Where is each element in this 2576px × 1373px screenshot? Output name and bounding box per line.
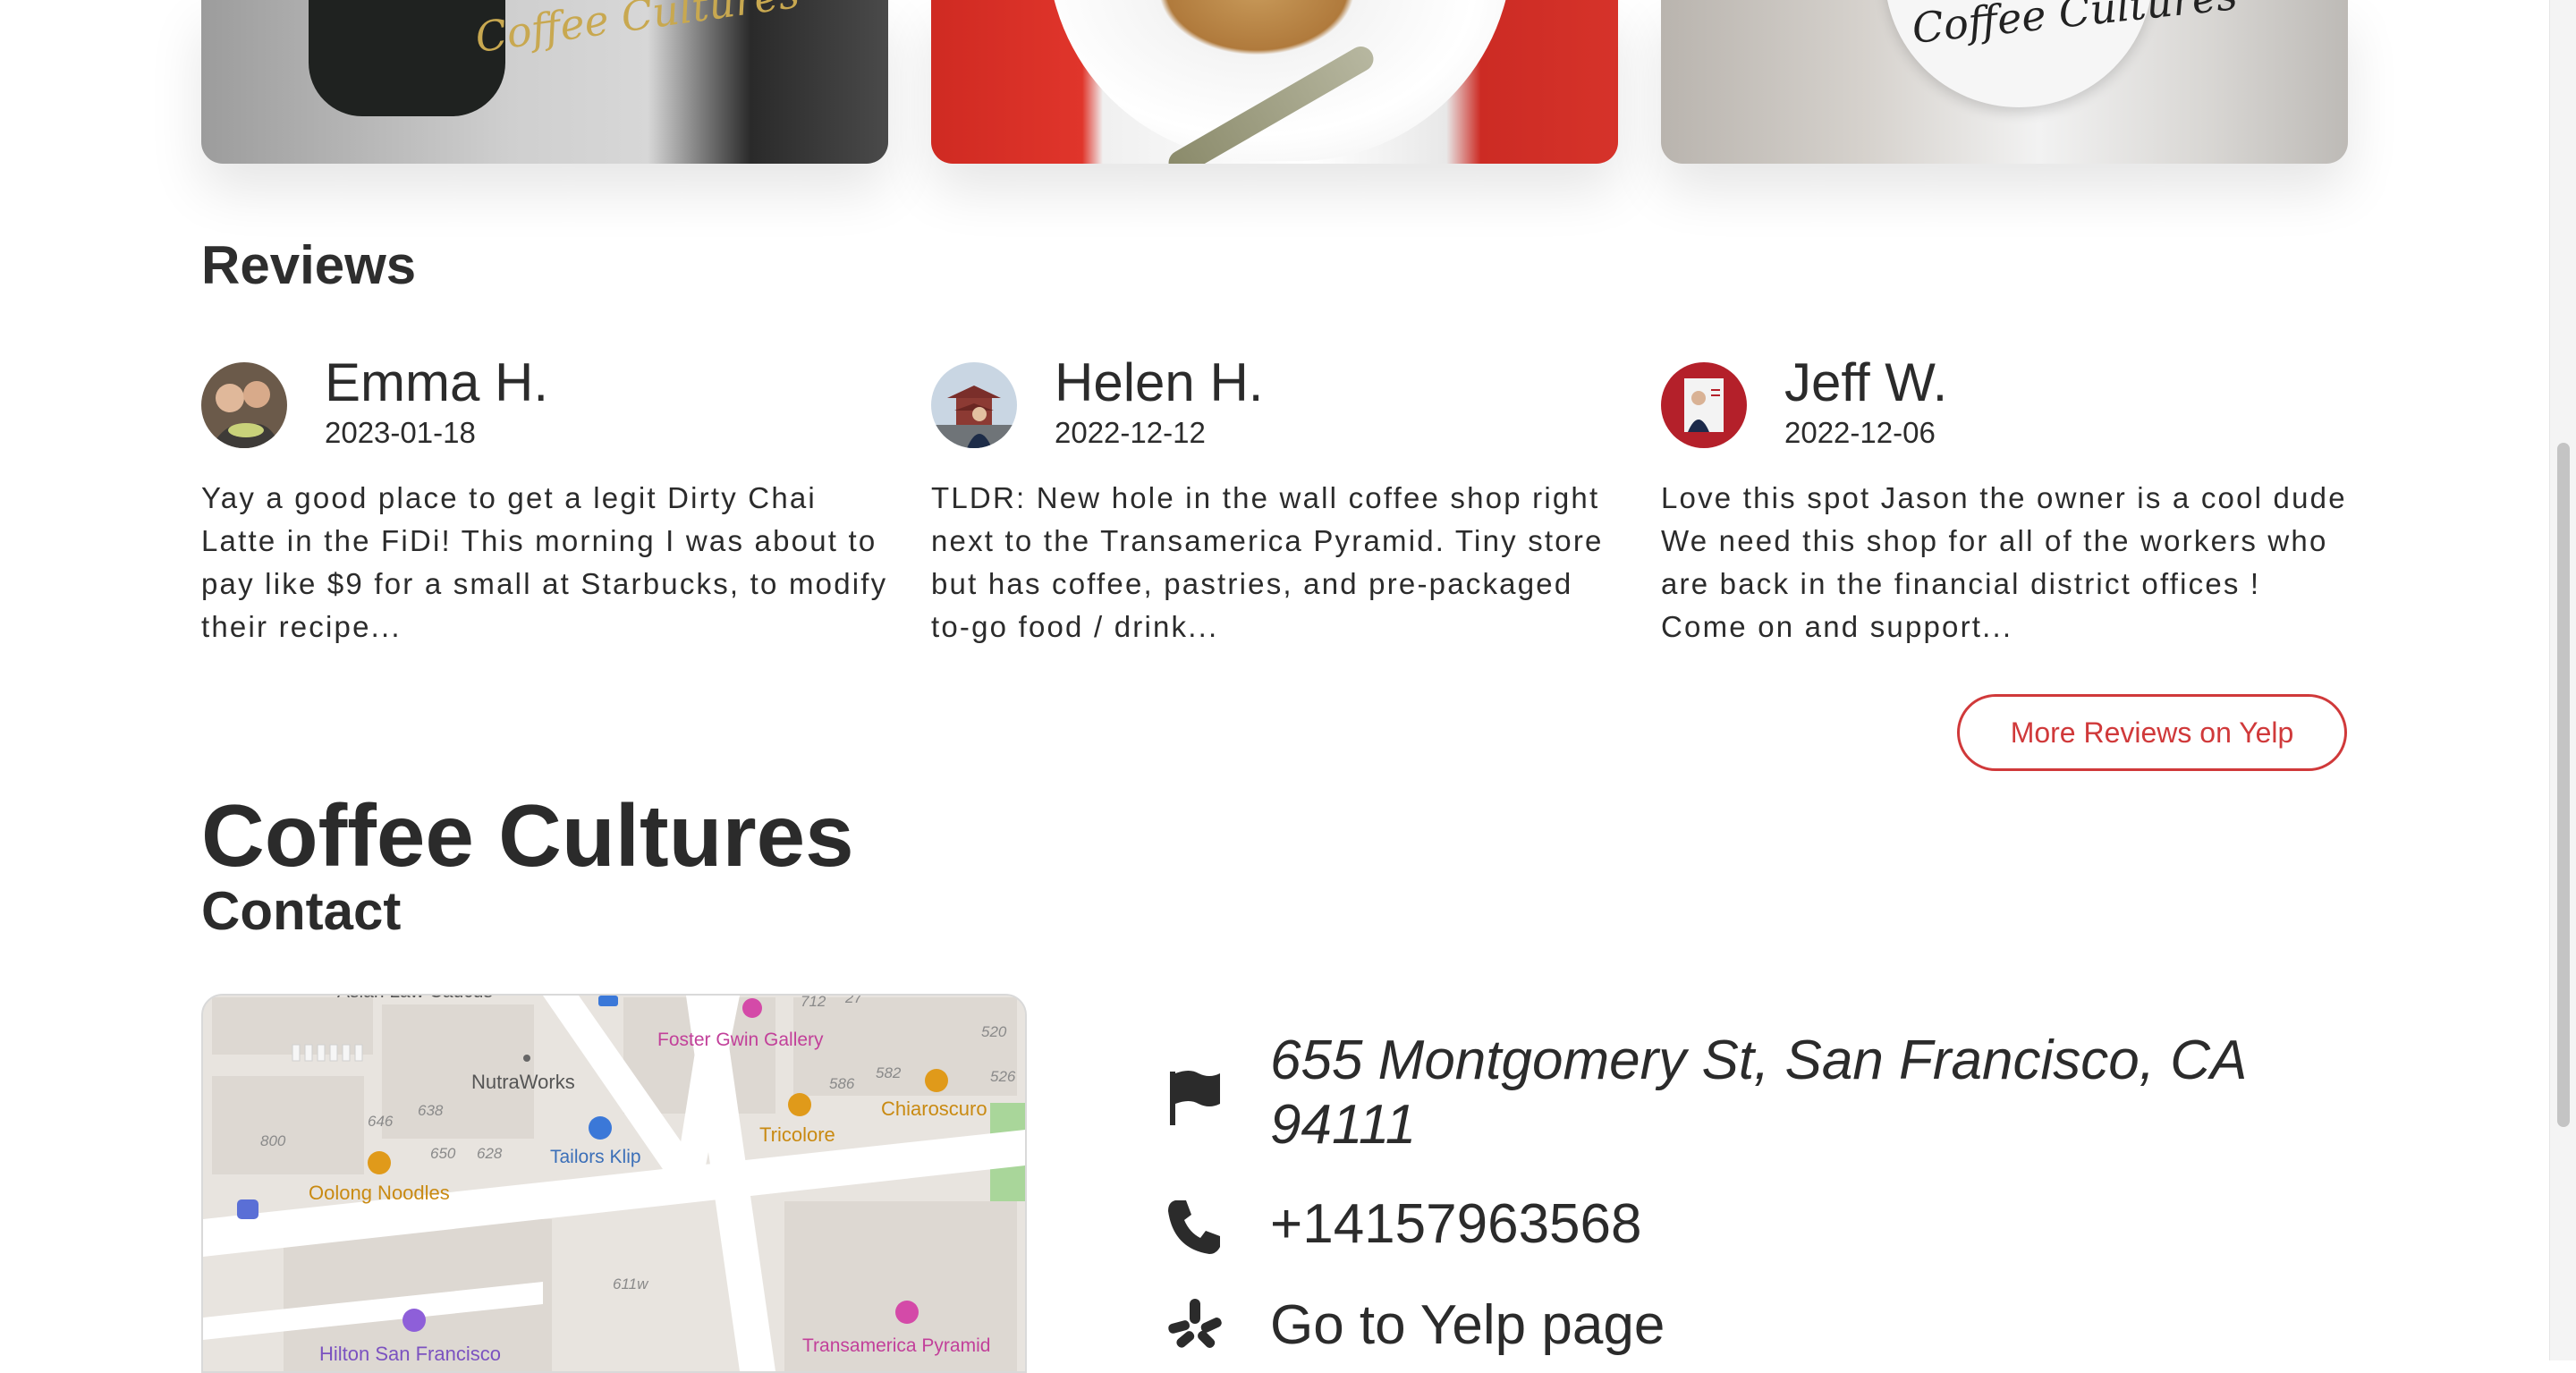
svg-text:Transamerica Pyramid: Transamerica Pyramid [802, 1335, 990, 1356]
svg-text:650: 650 [430, 1145, 456, 1162]
scrollbar-thumb[interactable] [2557, 443, 2570, 1127]
review-text: Love this spot Jason the owner is a cool… [1661, 481, 2347, 643]
svg-text:Tricolore: Tricolore [759, 1123, 835, 1146]
page-scrollbar[interactable] [2549, 0, 2576, 1360]
yelp-burst-icon [1168, 1299, 1222, 1348]
svg-text:586: 586 [829, 1075, 855, 1092]
gallery-photo-1[interactable]: Coffee Cultures [201, 0, 888, 164]
review-date: 2023-01-18 [325, 416, 476, 449]
coffee-cup-image [1047, 0, 1513, 161]
review-text: TLDR: New hole in the wall coffee shop r… [931, 481, 1604, 643]
svg-text:712: 712 [801, 996, 826, 1010]
reviews-heading: Reviews [201, 235, 417, 295]
flag-icon [1170, 1071, 1220, 1125]
svg-text:520: 520 [981, 1023, 1007, 1040]
svg-text:Chiaroscuro: Chiaroscuro [881, 1098, 987, 1120]
location-map[interactable]: Asian Law Caucus Foster Gwin Gallery Nut… [201, 994, 1027, 1373]
svg-text:582: 582 [876, 1064, 902, 1081]
avatar [931, 362, 1017, 448]
svg-text:800: 800 [260, 1132, 286, 1149]
review-date: 2022-12-12 [1055, 416, 1206, 449]
svg-text:Hilton San Francisco: Hilton San Francisco [319, 1343, 501, 1365]
svg-text:Tailors Klip: Tailors Klip [550, 1147, 641, 1167]
svg-text:Foster Gwin Gallery: Foster Gwin Gallery [657, 1030, 824, 1050]
yelp-page-link[interactable]: Go to Yelp page [1270, 1293, 1665, 1357]
phone-number[interactable]: +14157963568 [1270, 1192, 1642, 1256]
more-reviews-button[interactable]: More Reviews on Yelp [1957, 694, 2347, 771]
svg-text:646: 646 [368, 1113, 394, 1130]
phone-icon [1168, 1200, 1220, 1254]
svg-text:27: 27 [844, 996, 862, 1006]
review-text: Yay a good place to get a legit Dirty Ch… [201, 481, 888, 643]
svg-text:NutraWorks: NutraWorks [471, 1071, 575, 1093]
avatar [201, 362, 287, 448]
reviewer-name: Jeff W. [1784, 352, 1948, 412]
gallery-photo-3[interactable]: Coffee Cultures [1661, 0, 2348, 164]
reviewer-name: Helen H. [1055, 352, 1264, 412]
svg-text:Oolong Noodles: Oolong Noodles [309, 1182, 450, 1204]
contact-heading: Contact [201, 881, 402, 941]
svg-text:628: 628 [477, 1145, 503, 1162]
mug-logo-text: Coffee Cultures [472, 0, 802, 63]
avatar [1661, 362, 1747, 448]
svg-text:526: 526 [990, 1068, 1016, 1085]
svg-text:638: 638 [418, 1102, 444, 1119]
business-name: Coffee Cultures [201, 786, 854, 885]
reviewer-name: Emma H. [325, 352, 549, 412]
review-date: 2022-12-06 [1784, 416, 1936, 449]
svg-text:611w: 611w [613, 1276, 649, 1292]
address-text: 655 Montgomery St, San Francisco, CA 941… [1270, 1030, 2246, 1156]
svg-text:Asian Law Caucus: Asian Law Caucus [337, 996, 493, 1002]
gallery-photo-2[interactable] [931, 0, 1618, 164]
